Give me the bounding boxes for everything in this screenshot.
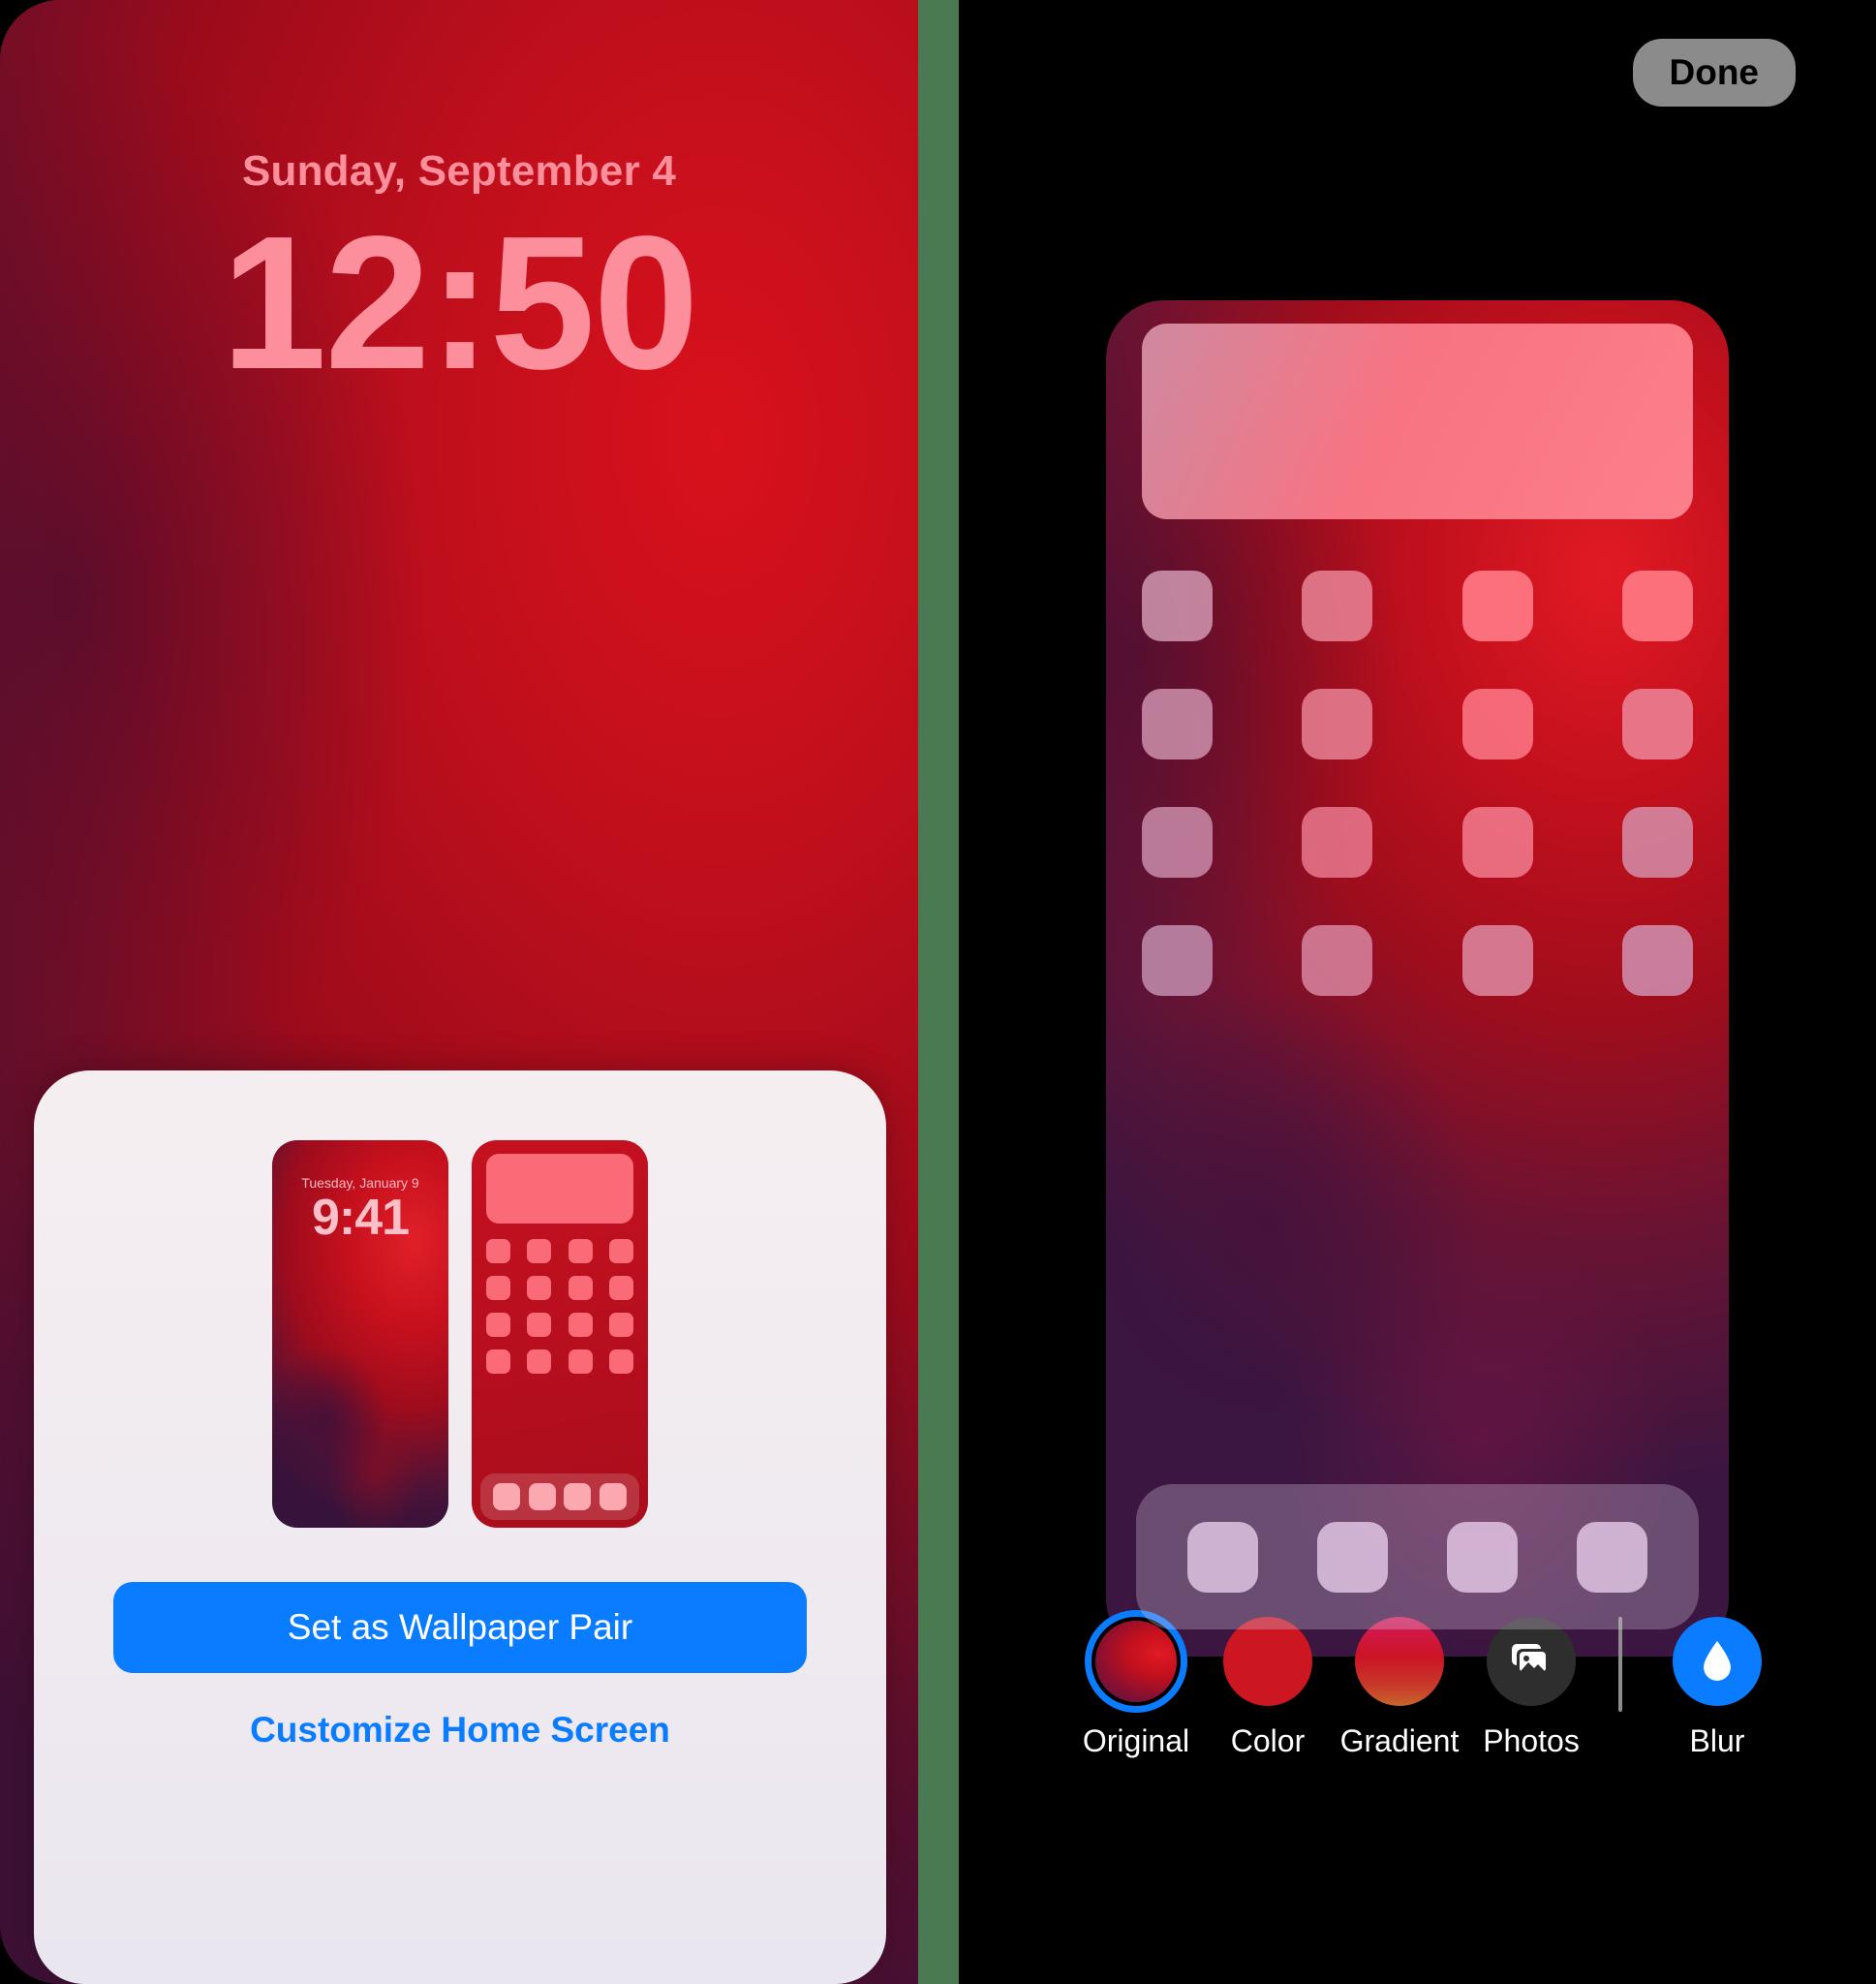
photos-icon[interactable] [1487,1617,1576,1706]
thumbnail-app-icon [486,1276,510,1300]
preview-app-row [1142,807,1693,878]
preview-widget-placeholder [1142,324,1693,519]
preview-app-icon [1621,689,1693,760]
preview-dock-icon [1186,1521,1258,1593]
preview-app-icon [1621,807,1693,878]
preview-app-grid [1142,571,1693,996]
preview-app-icon [1142,689,1213,760]
preview-app-icon [1461,807,1533,878]
style-option-label: Original [1082,1723,1190,1758]
original-swatch-fill [1095,1621,1177,1702]
gradient-swatch-icon[interactable] [1355,1617,1444,1706]
preview-app-icon [1302,571,1373,641]
thumbnail-app-grid [486,1239,633,1374]
thumbnail-app-icon [486,1313,510,1337]
home-screen-preview[interactable] [1106,300,1729,1657]
thumbnail-app-icon [608,1239,633,1263]
style-option-label: Blur [1689,1723,1745,1758]
preview-app-icon [1621,925,1693,996]
home-screen-thumbnail[interactable] [472,1140,648,1528]
thumbnail-app-icon [568,1239,593,1263]
thumbnail-dock-icon [599,1483,627,1510]
preview-app-icon [1142,807,1213,878]
original-swatch-icon[interactable] [1092,1617,1181,1706]
thumbnail-app-row [486,1276,633,1300]
style-option-label: Photos [1483,1723,1580,1758]
thumbnail-dock-icon [528,1483,556,1510]
gradient-swatch-fill [1355,1617,1444,1706]
thumbnail-app-icon [568,1276,593,1300]
lock-screen-clock: 12:50 [221,197,698,409]
panel-divider [918,0,959,1984]
style-option-label: Color [1230,1723,1306,1758]
thumbnail-dock-icon [493,1483,521,1510]
preview-dock-icon [1447,1521,1519,1593]
preview-app-icon [1461,689,1533,760]
style-option-label: Gradient [1339,1723,1460,1758]
style-option-photos[interactable]: Photos [1465,1617,1597,1759]
style-option-gradient[interactable]: Gradient [1334,1617,1465,1759]
thumbnail-app-row [486,1239,633,1263]
lock-screen-preview-panel: Sunday, September 4 12:50 Tuesday, Janua… [0,0,918,1984]
thumbnail-dock-icon [564,1483,592,1510]
style-option-blur[interactable]: Blur [1651,1617,1783,1759]
preview-app-icon [1142,925,1213,996]
preview-app-icon [1302,807,1373,878]
thumbnail-app-icon [568,1313,593,1337]
style-option-original[interactable]: Original [1070,1617,1202,1759]
thumbnail-app-row [486,1349,633,1374]
thumbnail-widget-placeholder [486,1154,633,1224]
thumbnail-app-row [486,1313,633,1337]
lock-screen-date: Sunday, September 4 [241,147,676,195]
thumbnail-app-icon [527,1276,552,1300]
preview-app-icon [1621,571,1693,641]
preview-dock [1136,1484,1699,1629]
style-option-color[interactable]: Color [1202,1617,1334,1759]
preview-app-icon [1461,925,1533,996]
home-screen-editor-panel: Done Original Color Gradient Photos Blur [959,0,1876,1984]
wallpaper-pair-thumbnails: Tuesday, January 9 9:41 [34,1140,886,1528]
preview-app-icon [1461,571,1533,641]
preview-app-icon [1302,925,1373,996]
set-as-wallpaper-pair-button[interactable]: Set as Wallpaper Pair [113,1582,807,1673]
preview-app-icon [1302,689,1373,760]
thumbnail-app-icon [608,1313,633,1337]
thumbnail-app-icon [568,1349,593,1374]
screenshot-root: Sunday, September 4 12:50 Tuesday, Janua… [0,0,1876,1984]
thumbnail-app-icon [608,1276,633,1300]
background-style-toolbar: Original Color Gradient Photos Blur [959,1617,1876,1759]
thumbnail-app-icon [486,1239,510,1263]
thumbnail-app-icon [527,1239,552,1263]
thumbnail-app-icon [486,1349,510,1374]
home-screen-preview-content [1106,300,1729,996]
thumbnail-dock [480,1473,639,1520]
preview-app-row [1142,689,1693,760]
done-button[interactable]: Done [1632,39,1796,107]
thumbnail-app-icon [527,1349,552,1374]
preview-dock-icon [1316,1521,1388,1593]
water-drop-icon[interactable] [1673,1617,1762,1706]
thumbnail-app-icon [527,1313,552,1337]
wallpaper-pair-sheet: Tuesday, January 9 9:41 Set as Wallpaper… [34,1070,886,1984]
customize-home-screen-link[interactable]: Customize Home Screen [34,1710,886,1751]
preview-app-row [1142,571,1693,641]
thumbnail-app-icon [608,1349,633,1374]
preview-app-row [1142,925,1693,996]
toolbar-separator [1618,1617,1622,1712]
preview-dock-icon [1577,1521,1648,1593]
lock-screen-thumbnail[interactable]: Tuesday, January 9 9:41 [272,1140,448,1528]
color-swatch-icon[interactable] [1223,1617,1312,1706]
thumbnail-clock: 9:41 [311,1190,410,1246]
color-swatch-fill [1223,1617,1312,1706]
preview-app-icon [1142,571,1213,641]
thumbnail-date: Tuesday, January 9 [301,1175,419,1191]
